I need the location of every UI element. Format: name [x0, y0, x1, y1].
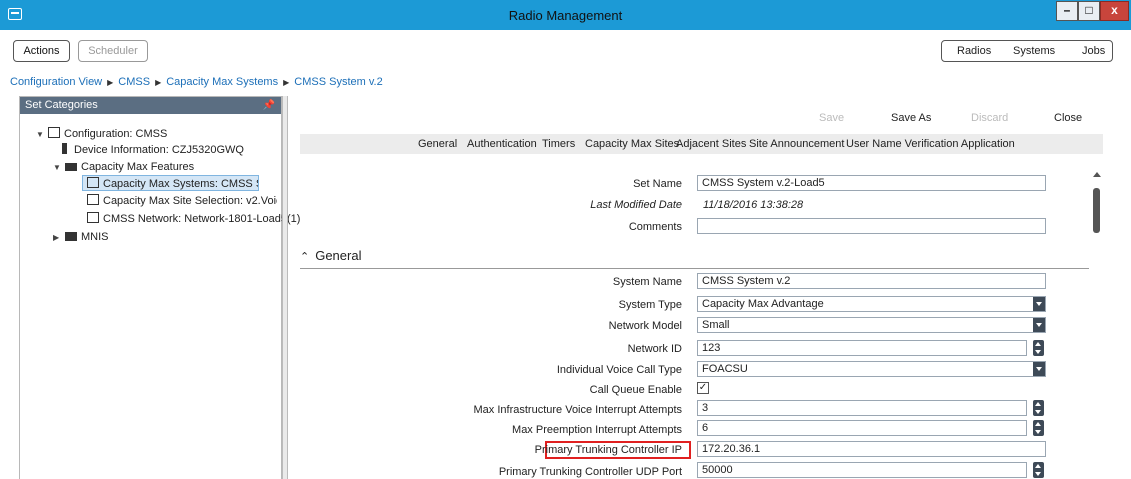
pin-icon[interactable]: 📌 — [263, 97, 275, 114]
maximize-button[interactable]: □ — [1078, 1, 1100, 21]
set-categories-panel: Set Categories 📌 ▼ Configuration: CMSS De… — [19, 96, 300, 479]
breadcrumb-item[interactable]: Configuration View — [10, 76, 102, 88]
save-button[interactable]: Save — [819, 112, 844, 124]
breadcrumb-item[interactable]: CMSS System v.2 — [294, 76, 382, 88]
dropdown-arrow-icon[interactable] — [1033, 318, 1045, 332]
radios-button[interactable]: Radios — [957, 45, 991, 57]
ptc-ip-label: Primary Trunking Controller IP — [534, 444, 682, 456]
tab-capacity-max-sites[interactable]: Capacity Max Sites — [585, 138, 679, 150]
network-id-label: Network ID — [627, 343, 682, 355]
network-icon — [87, 212, 99, 223]
tab-adjacent-sites[interactable]: Adjacent Sites — [676, 138, 746, 150]
tree-item-device-information[interactable]: Device Information: CZJ5320GWQ — [60, 142, 244, 158]
tab-general[interactable]: General — [418, 138, 457, 150]
last-modified-value: 11/18/2016 13:38:28 — [703, 199, 804, 211]
network-id-input[interactable]: 123 — [697, 340, 1027, 356]
view-switcher: Radios Systems Jobs — [941, 40, 1113, 62]
vertical-scrollbar[interactable] — [1090, 166, 1104, 479]
tree-item-cmss-network[interactable]: CMSS Network: Network-1801-Load5(1) — [87, 211, 300, 227]
max-preemption-label: Max Preemption Interrupt Attempts — [512, 424, 682, 436]
call-queue-checkbox[interactable]: ✓ — [697, 382, 709, 394]
network-model-dropdown[interactable]: Small — [697, 317, 1046, 333]
scheduler-button[interactable]: Scheduler — [78, 40, 148, 62]
scroll-thumb[interactable] — [1093, 188, 1100, 233]
panel-header: Set Categories 📌 — [20, 97, 281, 114]
tab-authentication[interactable]: Authentication — [467, 138, 537, 150]
set-name-input[interactable]: CMSS System v.2-Load5 — [697, 175, 1046, 191]
systems-button[interactable]: Systems — [1013, 45, 1055, 57]
max-interrupt-input[interactable]: 3 — [697, 400, 1027, 416]
window-title: Radio Management — [508, 8, 623, 23]
close-window-button[interactable]: x — [1100, 1, 1129, 21]
dropdown-arrow-icon[interactable] — [1033, 362, 1045, 376]
system-name-input[interactable]: CMSS System v.2 — [697, 273, 1046, 289]
dropdown-arrow-icon[interactable] — [1033, 297, 1045, 311]
folder-open-icon — [65, 163, 77, 171]
discard-button[interactable]: Discard — [971, 112, 1008, 124]
ptc-ip-input[interactable]: 172.20.36.1 — [697, 441, 1046, 457]
breadcrumb-separator-icon: ▶ — [283, 78, 290, 87]
max-preemption-input[interactable]: 6 — [697, 420, 1027, 436]
set-name-label: Set Name — [633, 178, 682, 190]
panel-title: Set Categories — [25, 99, 98, 111]
save-as-button[interactable]: Save As — [891, 112, 931, 124]
top-toolbar: Actions Scheduler Radios Systems Jobs — [0, 30, 1131, 70]
system-icon — [87, 194, 99, 205]
ptc-udp-input[interactable]: 50000 — [697, 462, 1027, 478]
max-preemption-spinner-icon[interactable] — [1033, 420, 1044, 436]
ptc-udp-label: Primary Trunking Controller UDP Port — [498, 466, 682, 478]
tab-user-name-verification[interactable]: User Name Verification Application — [846, 138, 1015, 150]
comments-label: Comments — [628, 221, 682, 233]
tree-item-mnis[interactable]: ▶ MNIS — [53, 229, 109, 245]
title-bar: Radio Management – □ x — [0, 0, 1131, 30]
system-name-label: System Name — [612, 276, 682, 288]
breadcrumb: Configuration View ▶ CMSS ▶ Capacity Max Sys… — [10, 76, 383, 88]
voice-call-type-dropdown[interactable]: FOACSU — [697, 361, 1046, 377]
close-button[interactable]: Close — [1054, 112, 1082, 124]
tree-item-configuration[interactable]: ▼ Configuration: CMSS — [36, 126, 167, 142]
general-section-header[interactable]: ⌃ General — [300, 248, 361, 263]
collapse-arrow-icon[interactable]: ▼ — [53, 160, 65, 176]
tree-item-capacity-max-features[interactable]: ▼ Capacity Max Features — [53, 159, 194, 175]
voice-call-type-label: Individual Voice Call Type — [556, 364, 682, 376]
breadcrumb-item[interactable]: Capacity Max Systems — [166, 76, 278, 88]
max-interrupt-spinner-icon[interactable] — [1033, 400, 1044, 416]
breadcrumb-item[interactable]: CMSS — [118, 76, 150, 88]
max-interrupt-label: Max Infrastructure Voice Interrupt Attem… — [473, 404, 682, 416]
tab-strip: General Authentication Timers Capacity M… — [300, 134, 1103, 154]
ptc-udp-spinner-icon[interactable] — [1033, 462, 1044, 478]
system-type-label: System Type — [618, 299, 682, 311]
tree-item-site-selection[interactable]: Capacity Max Site Selection: v2.VoiceGat… — [87, 193, 277, 209]
section-divider — [300, 268, 1089, 269]
collapse-chevron-icon[interactable]: ⌃ — [300, 251, 309, 263]
network-id-spinner-icon[interactable] — [1033, 340, 1044, 356]
system-type-dropdown[interactable]: Capacity Max Advantage — [697, 296, 1046, 312]
last-modified-label: Last Modified Date — [590, 199, 682, 211]
tab-site-announcement[interactable]: Site Announcement — [749, 138, 844, 150]
minimize-button[interactable]: – — [1056, 1, 1078, 21]
collapse-arrow-icon[interactable]: ▼ — [36, 127, 48, 143]
comments-input[interactable] — [697, 218, 1046, 234]
call-queue-label: Call Queue Enable — [589, 384, 682, 396]
config-icon — [48, 127, 60, 138]
jobs-button[interactable]: Jobs — [1082, 45, 1105, 57]
breadcrumb-separator-icon: ▶ — [155, 78, 162, 87]
tree-item-capacity-max-systems[interactable]: Capacity Max Systems: CMSS System v.2-Lo… — [82, 175, 259, 191]
expand-arrow-icon[interactable]: ▶ — [53, 230, 65, 246]
scroll-up-icon[interactable] — [1093, 172, 1101, 177]
tab-timers[interactable]: Timers — [542, 138, 575, 150]
actions-button[interactable]: Actions — [13, 40, 70, 62]
network-model-label: Network Model — [608, 320, 682, 332]
device-icon — [62, 143, 67, 154]
system-icon — [87, 177, 99, 188]
breadcrumb-separator-icon: ▶ — [107, 78, 114, 87]
folder-icon — [65, 232, 77, 241]
